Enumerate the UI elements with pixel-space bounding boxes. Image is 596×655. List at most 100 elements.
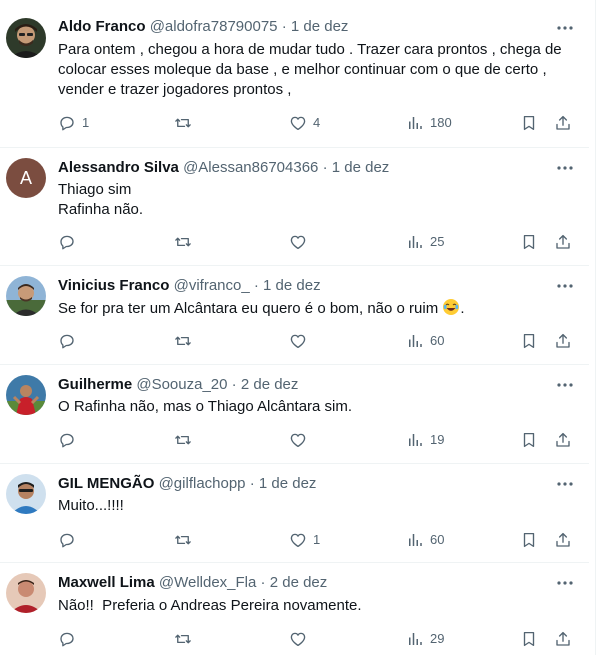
reply-icon [58, 332, 76, 350]
author-handle[interactable]: @vifranco_ [174, 277, 250, 294]
avatar[interactable] [6, 375, 46, 415]
author-name[interactable]: Aldo Franco [58, 18, 146, 35]
like-icon [289, 431, 307, 449]
avatar[interactable]: A [6, 158, 46, 198]
tweet[interactable]: A Alessandro Silva @Alessan86704366 · 1 … [0, 148, 589, 266]
views-button[interactable]: 180 [406, 113, 452, 133]
retweet-button[interactable] [174, 113, 198, 133]
bookmark-button[interactable] [520, 113, 538, 133]
author-handle[interactable]: @Soouza_20 [136, 376, 227, 393]
separator-dot: · [253, 277, 259, 294]
like-icon [289, 114, 307, 132]
bookmark-button[interactable] [520, 232, 538, 252]
tweet-text-line: O Rafinha não, mas o Thiago Alcântara si… [58, 398, 353, 415]
avatar[interactable] [6, 276, 46, 316]
views-count: 29 [430, 631, 445, 646]
reply-button[interactable] [58, 331, 82, 351]
reply-button[interactable] [58, 629, 82, 649]
retweet-button[interactable] [174, 629, 198, 649]
reply-button[interactable] [58, 430, 82, 450]
avatar[interactable] [6, 474, 46, 514]
tweet-date[interactable]: 2 de dez [270, 574, 328, 591]
views-button[interactable]: 29 [406, 629, 444, 649]
tweet-date[interactable]: 2 de dez [241, 376, 299, 393]
bookmark-icon [520, 431, 538, 449]
tweet-date[interactable]: 1 de dez [332, 159, 390, 176]
more-icon[interactable] [553, 375, 577, 395]
like-icon [289, 332, 307, 350]
like-button[interactable] [289, 430, 313, 450]
like-icon [289, 531, 307, 549]
author-handle[interactable]: @Alessan86704366 [183, 159, 318, 176]
tweet[interactable]: Vinicius Franco @vifranco_ · 1 de dez Se… [0, 266, 589, 365]
share-button[interactable] [554, 530, 572, 550]
views-icon [406, 114, 424, 132]
like-button[interactable]: 4 [289, 113, 320, 133]
author-name[interactable]: GIL MENGÃO [58, 475, 154, 492]
retweet-button[interactable] [174, 232, 198, 252]
like-button[interactable] [289, 232, 313, 252]
tweet-date[interactable]: 1 de dez [263, 277, 321, 294]
share-button[interactable] [554, 430, 572, 450]
share-button[interactable] [554, 629, 572, 649]
like-button[interactable]: 1 [289, 530, 320, 550]
author-name[interactable]: Maxwell Lima [58, 574, 155, 591]
more-icon[interactable] [553, 18, 577, 38]
bookmark-button[interactable] [520, 530, 538, 550]
tweet-text-end: . [460, 300, 465, 317]
author-handle[interactable]: @gilflachopp [159, 475, 246, 492]
tweet-date[interactable]: 1 de dez [291, 18, 349, 35]
tweet[interactable]: GIL MENGÃO @gilflachopp · 1 de dez Muito… [0, 464, 589, 563]
author-handle[interactable]: @Welldex_Fla [159, 574, 257, 591]
views-button[interactable]: 60 [406, 331, 444, 351]
reply-button[interactable]: 1 [58, 113, 89, 133]
like-button[interactable] [289, 629, 313, 649]
share-button[interactable] [554, 232, 572, 252]
author-name[interactable]: Alessandro Silva [58, 159, 179, 176]
tweet-date[interactable]: 1 de dez [259, 475, 317, 492]
tweet[interactable]: Guilherme @Soouza_20 · 2 de dez O Rafinh… [0, 365, 589, 464]
retweet-button[interactable] [174, 331, 198, 351]
reply-button[interactable] [58, 530, 82, 550]
share-icon [554, 332, 572, 350]
author-name[interactable]: Vinicius Franco [58, 277, 169, 294]
author-handle[interactable]: @aldofra78790075 [150, 18, 278, 35]
views-button[interactable]: 19 [406, 430, 444, 450]
like-button[interactable] [289, 331, 313, 351]
avatar[interactable] [6, 18, 46, 58]
share-icon [554, 114, 572, 132]
share-button[interactable] [554, 331, 572, 351]
reply-icon [58, 531, 76, 549]
retweet-button[interactable] [174, 430, 198, 450]
tweet[interactable]: Maxwell Lima @Welldex_Fla · 2 de dez Não… [0, 563, 589, 655]
views-button[interactable]: 60 [406, 530, 444, 550]
retweet-button[interactable] [174, 530, 198, 550]
tweet-text-line: Thiago sim [58, 181, 132, 198]
views-button[interactable]: 25 [406, 232, 444, 252]
reply-button[interactable] [58, 232, 82, 252]
tweet-actions: 29 [58, 629, 578, 649]
author-name[interactable]: Guilherme [58, 376, 132, 393]
bookmark-button[interactable] [520, 430, 538, 450]
tweet-text-line: vender e trazer jogadores prontos , [58, 81, 292, 98]
tweet-text-line: Para ontem , chegou a hora de mudar tudo… [58, 41, 562, 58]
more-icon[interactable] [553, 276, 577, 296]
tweet-header: Vinicius Franco @vifranco_ · 1 de dez [58, 276, 321, 296]
tweet-header: Guilherme @Soouza_20 · 2 de dez [58, 375, 298, 395]
share-button[interactable] [554, 113, 572, 133]
more-icon[interactable] [553, 474, 577, 494]
more-icon[interactable] [553, 158, 577, 178]
bookmark-icon [520, 332, 538, 350]
retweet-icon [174, 233, 192, 251]
reply-count: 1 [82, 115, 90, 130]
separator-dot: · [322, 159, 328, 176]
bookmark-button[interactable] [520, 331, 538, 351]
bookmark-button[interactable] [520, 629, 538, 649]
separator-dot: · [249, 475, 255, 492]
tweet-text-line: Muito...!!!! [58, 497, 124, 514]
retweet-icon [174, 531, 192, 549]
tweet[interactable]: Aldo Franco @aldofra78790075 · 1 de dez … [0, 0, 589, 148]
more-icon[interactable] [553, 573, 577, 593]
tweet-header: Aldo Franco @aldofra78790075 · 1 de dez [58, 17, 348, 37]
avatar[interactable] [6, 573, 46, 613]
